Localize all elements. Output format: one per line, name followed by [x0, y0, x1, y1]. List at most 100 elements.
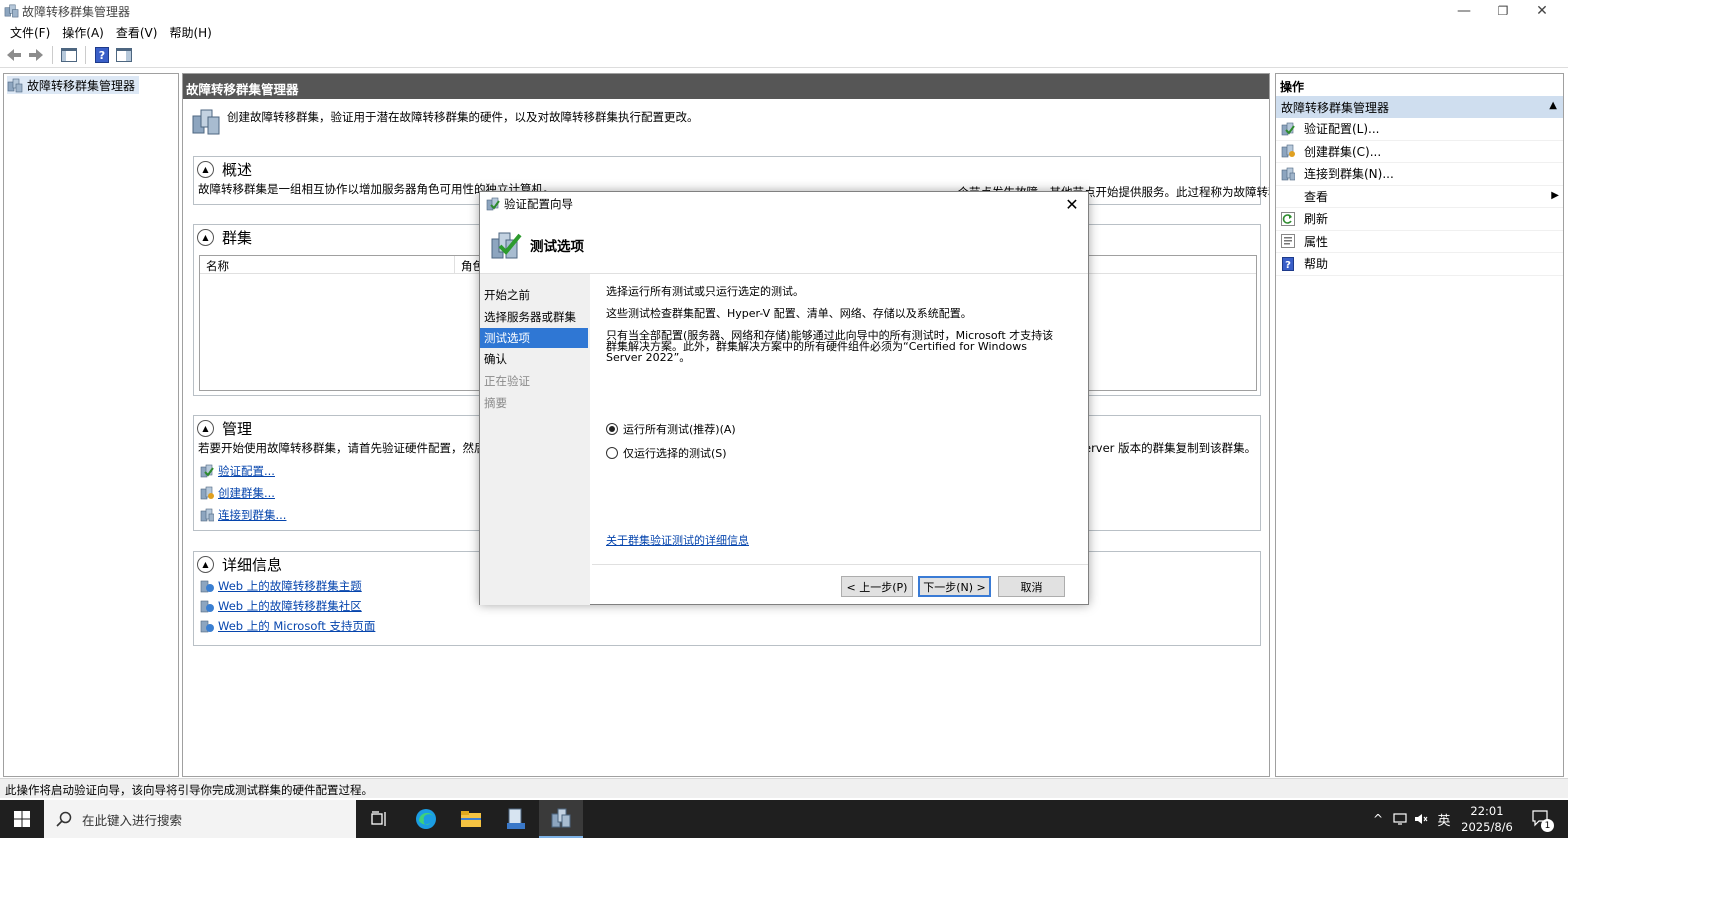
window-title: 故障转移群集管理器	[22, 5, 131, 19]
more-info-link[interactable]: 关于群集验证测试的详细信息	[606, 532, 749, 548]
task-view-button[interactable]	[358, 800, 402, 838]
wizard-step-before-you-begin[interactable]: 开始之前	[480, 284, 590, 306]
menu-action[interactable]: 操作(A)	[56, 22, 110, 42]
actions-subheader[interactable]: 故障转移群集管理器 ▲	[1276, 96, 1563, 118]
cluster-manager-icon	[4, 4, 19, 18]
dialog-close-button[interactable]: ✕	[1062, 194, 1082, 214]
next-button[interactable]: 下一步(N) >	[918, 576, 991, 597]
file-explorer-icon	[461, 811, 481, 827]
section-title: 详细信息	[222, 555, 283, 574]
show-hide-action-pane-icon[interactable]	[114, 45, 134, 65]
search-icon	[56, 811, 72, 827]
run-selected-tests-option[interactable]: 仅运行选择的测试(S)	[606, 445, 727, 461]
run-all-tests-option[interactable]: 运行所有测试(推荐)(A)	[606, 421, 736, 437]
action-validate-config[interactable]: 验证配置(L)...	[1276, 118, 1563, 141]
connect-cluster-icon	[1280, 166, 1296, 182]
console-tree: 故障转移群集管理器	[3, 73, 179, 777]
wizard-steps: 开始之前 选择服务器或群集 测试选项 确认 正在验证 摘要	[480, 274, 590, 605]
server-manager-icon	[507, 808, 525, 829]
ime-indicator[interactable]: 英	[1433, 800, 1455, 838]
network-icon[interactable]	[1390, 800, 1410, 838]
collapse-icon[interactable]: ▲	[197, 555, 214, 573]
restore-button[interactable]: ❐	[1483, 0, 1523, 22]
help-icon[interactable]: ?	[92, 45, 112, 65]
wizard-step-testing-options[interactable]: 测试选项	[480, 328, 588, 348]
run-selected-tests-radio[interactable]	[606, 447, 618, 459]
connect-cluster-icon	[200, 508, 214, 522]
create-cluster-icon	[200, 486, 214, 500]
intro: 创建故障转移群集，验证用于潜在故障转移群集的硬件，以及对故障转移群集执行配置更改…	[191, 106, 699, 136]
tree-item-cluster-manager[interactable]: 故障转移群集管理器	[7, 76, 140, 94]
toolbar-separator	[52, 45, 53, 64]
dialog-header: 测试选项	[480, 216, 1088, 274]
column-header-name[interactable]: 名称	[200, 256, 455, 273]
cluster-manager-icon	[551, 808, 571, 828]
submenu-arrow-icon: ▶	[1551, 189, 1559, 201]
action-properties[interactable]: 属性	[1276, 231, 1563, 253]
search-placeholder: 在此键入进行搜索	[82, 812, 183, 828]
menu-file[interactable]: 文件(F)	[4, 22, 56, 42]
dialog-content: 选择运行所有测试或只运行选定的测试。 这些测试检查群集配置、Hyper-V 配置…	[592, 274, 1088, 564]
notifications-button[interactable]: 1	[1524, 800, 1560, 838]
toolbar: ?	[0, 42, 1568, 68]
cluster-servers-icon	[192, 109, 220, 135]
section-title: 群集	[222, 228, 253, 247]
taskbar-edge[interactable]	[404, 800, 448, 838]
show-hide-console-tree-icon[interactable]	[59, 45, 79, 65]
volume-muted-icon[interactable]	[1411, 800, 1431, 838]
action-refresh[interactable]: 刷新	[1276, 208, 1563, 231]
collapse-icon[interactable]: ▲	[197, 228, 214, 246]
menu-bar: 文件(F) 操作(A) 查看(V) 帮助(H)	[0, 22, 1568, 42]
menu-view[interactable]: 查看(V)	[110, 22, 164, 42]
forward-arrow-icon[interactable]	[26, 45, 46, 65]
intro-text: 创建故障转移群集，验证用于潜在故障转移群集的硬件，以及对故障转移群集执行配置更改…	[227, 110, 699, 124]
details-link-row[interactable]: Web 上的 Microsoft 支持页面	[194, 616, 1260, 636]
action-connect-cluster[interactable]: 连接到群集(N)...	[1276, 163, 1563, 186]
minimize-button[interactable]: —	[1444, 0, 1484, 22]
run-all-tests-radio[interactable]	[606, 423, 618, 435]
validate-config-link[interactable]: 验证配置...	[218, 463, 275, 479]
show-hidden-icons-button[interactable]: ^	[1368, 800, 1388, 838]
action-view[interactable]: 查看 ▶	[1276, 186, 1563, 208]
collapse-up-icon[interactable]: ▲	[1549, 100, 1557, 111]
taskbar-search-box[interactable]: 在此键入进行搜索	[44, 800, 356, 838]
clock-time: 22:01	[1470, 804, 1504, 818]
collapse-icon[interactable]: ▲	[197, 419, 214, 437]
back-arrow-icon[interactable]	[4, 45, 24, 65]
web-topics-link[interactable]: Web 上的故障转移群集主题	[218, 578, 362, 594]
start-button[interactable]	[0, 800, 44, 838]
validate-icon	[486, 197, 500, 211]
svg-text:?: ?	[99, 49, 105, 62]
tree-item-label: 故障转移群集管理器	[27, 78, 136, 93]
menu-help[interactable]: 帮助(H)	[163, 22, 217, 42]
wizard-step-confirmation[interactable]: 确认	[480, 348, 590, 370]
properties-icon	[1280, 233, 1296, 249]
taskbar-file-explorer[interactable]	[449, 800, 493, 838]
dialog-heading: 测试选项	[530, 238, 584, 255]
validate-config-wizard-dialog: 验证配置向导 ✕ 测试选项 开始之前 选择服务器或群集 测试选项 确认 正在验证…	[479, 191, 1089, 605]
wizard-step-select-servers[interactable]: 选择服务器或群集	[480, 306, 590, 328]
task-view-icon	[371, 811, 386, 826]
instruction-text: 选择运行所有测试或只运行选定的测试。	[606, 285, 804, 298]
action-help[interactable]: ? 帮助	[1276, 253, 1563, 276]
connect-cluster-link[interactable]: 连接到群集...	[218, 507, 286, 523]
run-all-tests-label: 运行所有测试(推荐)(A)	[623, 423, 736, 436]
web-link-icon	[200, 620, 214, 633]
action-create-cluster[interactable]: 创建群集(C)...	[1276, 141, 1563, 163]
cancel-button[interactable]: 取消	[998, 576, 1065, 597]
tests-description: 这些测试检查群集配置、Hyper-V 配置、清单、网络、存储以及系统配置。	[606, 307, 972, 320]
previous-button[interactable]: < 上一步(P)	[841, 576, 913, 597]
create-cluster-link[interactable]: 创建群集...	[218, 485, 275, 501]
web-support-link[interactable]: Web 上的 Microsoft 支持页面	[218, 618, 375, 634]
close-button[interactable]: ✕	[1522, 0, 1562, 22]
dialog-title: 验证配置向导	[504, 197, 573, 211]
web-community-link[interactable]: Web 上的故障转移群集社区	[218, 598, 362, 614]
taskbar-failover-cluster-manager[interactable]	[539, 800, 583, 838]
title-bar: 故障转移群集管理器 — ❐ ✕	[0, 0, 1568, 22]
clock[interactable]: 22:01 2025/8/6	[1456, 803, 1518, 835]
validate-icon	[200, 464, 214, 478]
collapse-icon[interactable]: ▲	[197, 160, 214, 178]
dialog-footer: < 上一步(P) 下一步(N) > 取消	[592, 564, 1088, 604]
taskbar-server-manager[interactable]	[494, 800, 538, 838]
refresh-icon	[1280, 211, 1296, 227]
